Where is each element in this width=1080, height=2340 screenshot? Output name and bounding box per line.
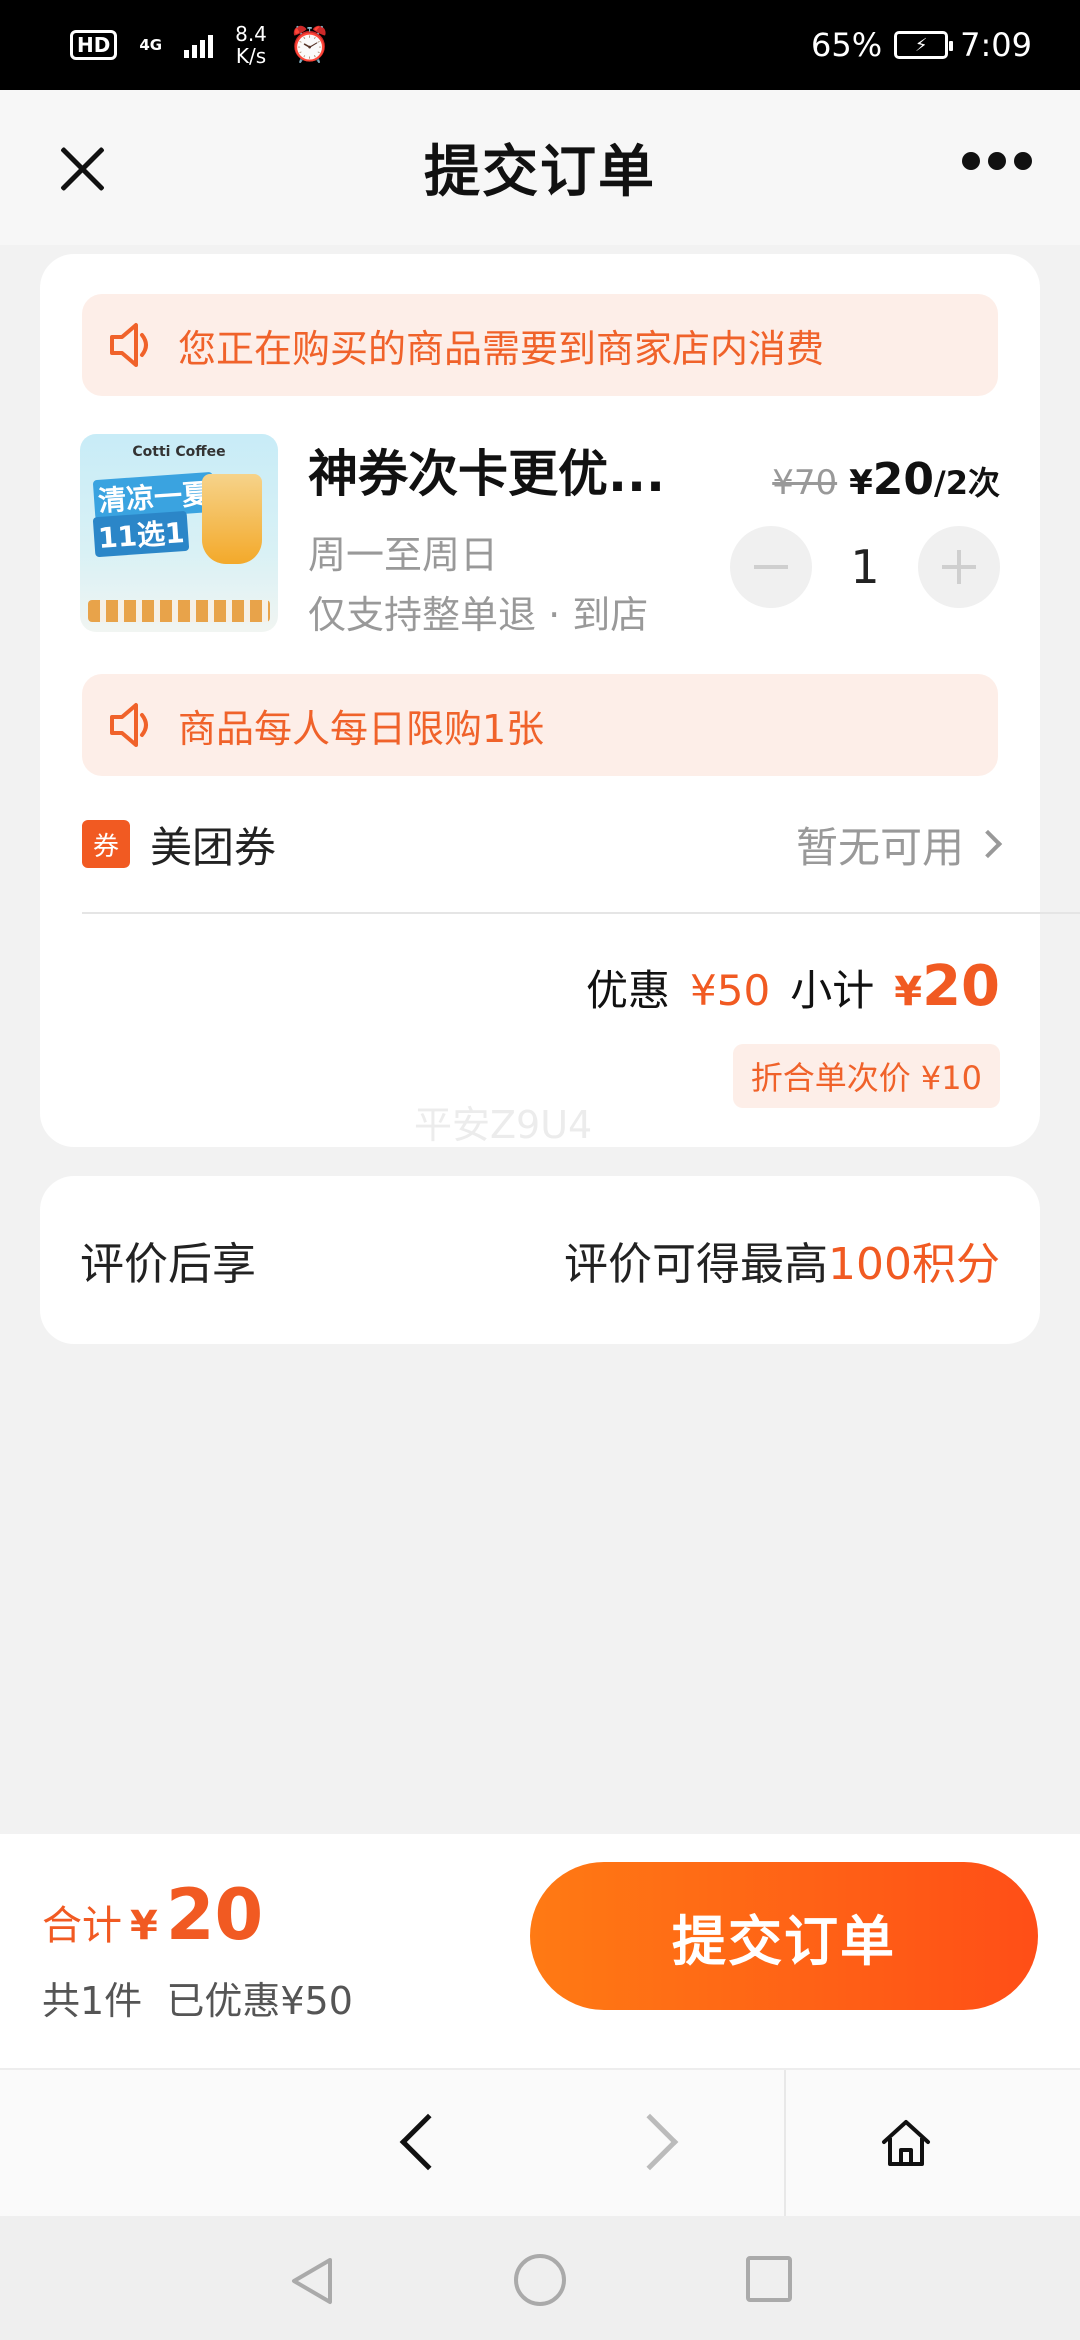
product-image-brand: Cotti Coffee xyxy=(132,444,226,460)
store-notice-text: 您正在购买的商品需要到商家店内消费 xyxy=(178,326,825,371)
product-image-tag: 11选1 xyxy=(92,510,190,558)
coupon-row[interactable]: 券 美团券 暂无可用 xyxy=(82,809,1003,879)
more-options-button[interactable] xyxy=(962,152,1032,170)
forward-arrow-icon[interactable] xyxy=(621,2113,679,2171)
page-header: 提交订单 xyxy=(0,90,1080,245)
order-card: 您正在购买的商品需要到商家店内消费 Cotti Coffee 清凉一夏 11选1… xyxy=(40,254,1080,1147)
subtotal-value: 20 xyxy=(922,954,1000,1019)
signal-icon xyxy=(184,32,214,58)
network-type-label: 4G xyxy=(139,36,163,54)
subtotal-row: 优惠 ¥50 小计 ¥20 xyxy=(586,954,1000,1019)
review-card: 评价后享 评价可得最高100积分 xyxy=(40,1176,1040,1344)
total-summary: 共1件 已优惠¥50 xyxy=(42,1979,353,2023)
coffee-cup-graphic xyxy=(202,474,262,564)
more-dot-icon xyxy=(962,152,980,170)
checkout-bar: 合计 ¥ 20 共1件 已优惠¥50 提交订单 xyxy=(0,1834,1080,2068)
total-label: 合计 xyxy=(42,1903,122,1949)
coupon-icon: 券 xyxy=(82,820,130,868)
system-home-icon[interactable] xyxy=(514,2254,566,2306)
review-reward-points: 100积分 xyxy=(828,1239,1000,1290)
price-row: ¥70 ¥20/2次 xyxy=(772,454,1000,505)
coupon-label: 美团券 xyxy=(150,822,277,872)
review-reward: 评价可得最高100积分 xyxy=(564,1228,1000,1292)
total-amount: 20 xyxy=(165,1874,264,1956)
status-right: 65% ⚡ 7:09 xyxy=(811,26,1032,64)
system-nav-bar xyxy=(0,2216,1080,2340)
product-name[interactable]: 神券次卡更优... xyxy=(308,434,665,506)
divider xyxy=(784,2070,786,2218)
drinks-row-graphic xyxy=(88,600,270,622)
coupon-status: 暂无可用 xyxy=(795,814,1003,875)
system-recents-icon[interactable] xyxy=(746,2256,792,2302)
unit-price-badge: 折合单次价 ¥10 xyxy=(732,1044,1000,1108)
discount-value: ¥50 xyxy=(690,966,771,1015)
browser-nav-bar xyxy=(0,2068,1080,2218)
subtotal-amount: ¥20 xyxy=(894,954,1000,1019)
close-button[interactable] xyxy=(52,138,112,198)
clock: 7:09 xyxy=(960,26,1032,64)
speaker-icon xyxy=(110,703,148,747)
price-unit: /2次 xyxy=(934,464,1000,502)
more-dot-icon xyxy=(988,152,1006,170)
decrease-quantity-button[interactable] xyxy=(730,526,812,608)
status-left: HD 4G 8.4 K/s ⏰ xyxy=(70,23,331,67)
total-symbol: ¥ xyxy=(130,1903,158,1949)
alarm-icon: ⏰ xyxy=(288,25,332,65)
submit-order-button[interactable]: 提交订单 xyxy=(530,1862,1038,2010)
store-notice: 您正在购买的商品需要到商家店内消费 xyxy=(82,294,998,396)
coupon-left: 券 美团券 xyxy=(82,814,276,875)
original-price: ¥70 xyxy=(772,463,838,503)
speed-unit: K/s xyxy=(235,44,267,68)
speed-value: 8.4 xyxy=(235,22,267,46)
hd-indicator: HD xyxy=(70,30,118,60)
network-speed: 8.4 K/s xyxy=(235,23,267,67)
back-arrow-icon[interactable] xyxy=(399,2113,457,2171)
purchase-limit-notice: 商品每人每日限购1张 xyxy=(82,674,998,776)
speaker-icon xyxy=(110,323,148,367)
total-line: 合计 ¥ 20 xyxy=(42,1874,263,1956)
home-icon[interactable] xyxy=(876,2112,936,2172)
discount-label: 优惠 xyxy=(586,966,671,1015)
system-back-icon[interactable] xyxy=(288,2256,336,2306)
quantity-stepper: 1 xyxy=(730,526,1000,608)
watermark: 平安Z9U4 xyxy=(414,1103,593,1147)
price-symbol: ¥ xyxy=(849,463,873,503)
status-bar: HD 4G 8.4 K/s ⏰ 65% ⚡ 7:09 xyxy=(0,0,1080,90)
page-title: 提交订单 xyxy=(424,140,656,205)
quantity-value: 1 xyxy=(850,540,880,594)
price-value: 20 xyxy=(872,454,935,505)
battery-percent: 65% xyxy=(811,26,883,64)
product-schedule: 周一至周日 xyxy=(308,533,499,577)
subtotal-symbol: ¥ xyxy=(894,969,923,1015)
network-type: 4G xyxy=(139,37,162,53)
purchase-limit-text: 商品每人每日限购1张 xyxy=(178,706,545,751)
more-dot-icon xyxy=(1014,152,1032,170)
review-label: 评价后享 xyxy=(80,1239,256,1290)
subtotal-label: 小计 xyxy=(790,966,875,1015)
increase-quantity-button[interactable] xyxy=(918,526,1000,608)
product-image[interactable]: Cotti Coffee 清凉一夏 11选1 xyxy=(80,434,278,632)
product-refund-policy: 仅支持整单退 · 到店 xyxy=(308,593,649,637)
review-reward-prefix: 评价可得最高 xyxy=(564,1239,829,1290)
divider xyxy=(82,912,1080,914)
battery-icon: ⚡ xyxy=(894,31,954,59)
chevron-right-icon xyxy=(973,829,1003,859)
coupon-status-text: 暂无可用 xyxy=(795,822,964,872)
current-price: ¥20/2次 xyxy=(849,454,1000,505)
